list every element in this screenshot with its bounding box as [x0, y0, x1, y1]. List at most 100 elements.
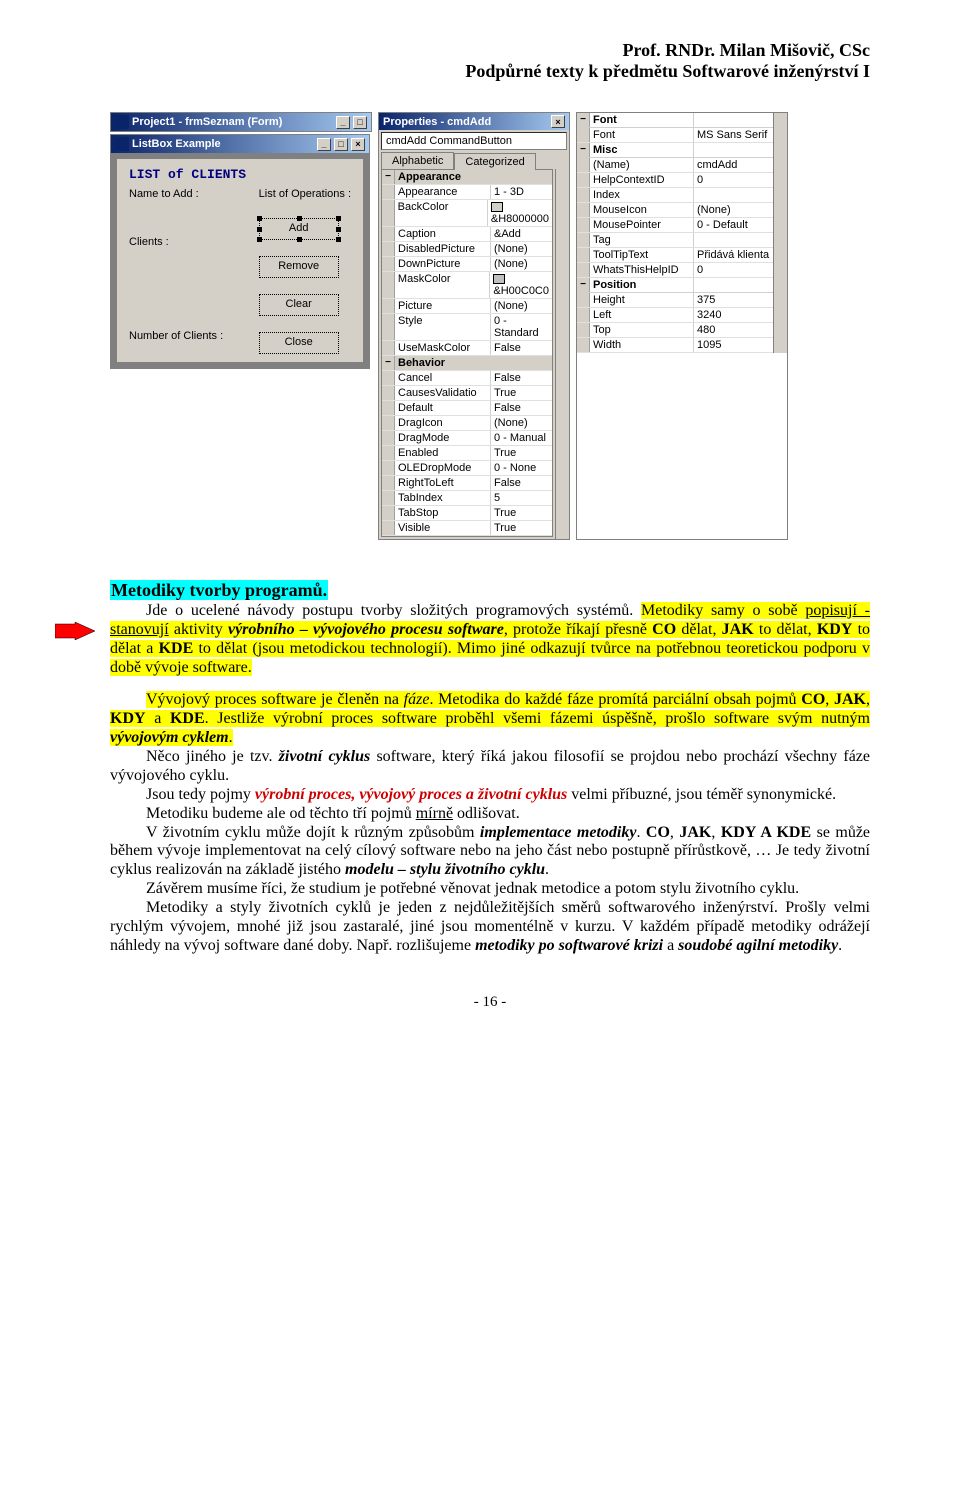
minimize-button[interactable]: _ [317, 138, 331, 151]
listbox-window: ListBox Example _ □ × LIST of CLIENTS Na… [110, 134, 370, 369]
tab-categorized[interactable]: Categorized [454, 153, 535, 170]
prop-key: MaskColor [395, 272, 490, 298]
collapse-icon[interactable]: − [577, 113, 590, 127]
tab-alphabetic[interactable]: Alphabetic [381, 152, 454, 169]
prop-val[interactable]: False [491, 401, 552, 415]
prop-val[interactable] [694, 188, 773, 202]
prop-val[interactable]: False [491, 476, 552, 490]
properties-title: Properties - cmdAdd [383, 116, 491, 128]
close-button[interactable]: × [351, 138, 365, 151]
prop-key: DisabledPicture [395, 242, 491, 256]
listbox-titlebar: ListBox Example _ □ × [111, 135, 369, 153]
prop-val[interactable]: 480 [694, 323, 773, 337]
category-behavior: Behavior [395, 356, 491, 370]
operations-label: List of Operations : [259, 188, 351, 200]
prop-key: BackColor [395, 200, 488, 226]
scrollbar[interactable] [773, 113, 787, 353]
prop-key: Style [395, 314, 491, 340]
prop-key: Index [590, 188, 694, 202]
maximize-button[interactable]: □ [334, 138, 348, 151]
prop-key: UseMaskColor [395, 341, 491, 355]
object-combo[interactable]: cmdAdd CommandButton [381, 132, 567, 150]
prop-key: WhatsThisHelpID [590, 263, 694, 277]
prop-val[interactable]: (None) [491, 257, 552, 271]
prop-val[interactable]: 5 [491, 491, 552, 505]
prop-key: DragMode [395, 431, 491, 445]
arrow-icon [55, 622, 95, 640]
paragraph: V životním cyklu může dojít k různým způ… [110, 824, 870, 881]
form-titlebar: Project1 - frmSeznam (Form) _ □ [111, 113, 371, 131]
prop-val[interactable]: (None) [491, 299, 552, 313]
prop-key: MouseIcon [590, 203, 694, 217]
properties-window: Properties - cmdAdd × cmdAdd CommandButt… [378, 112, 570, 540]
collapse-icon[interactable]: − [382, 170, 395, 184]
prop-val[interactable]: Přidává klienta [694, 248, 773, 262]
prop-val[interactable]: (None) [491, 416, 552, 430]
prop-val[interactable]: &Add [491, 227, 552, 241]
maximize-button[interactable]: □ [353, 116, 367, 129]
add-button[interactable]: Add [259, 218, 339, 240]
prop-val[interactable]: cmdAdd [694, 158, 773, 172]
prop-key: Enabled [395, 446, 491, 460]
prop-val[interactable]: True [491, 386, 552, 400]
prop-val[interactable]: 1 - 3D [491, 185, 552, 199]
category-font: Font [590, 113, 694, 127]
prop-val[interactable]: 0 - Default [694, 218, 773, 232]
prop-key: HelpContextID [590, 173, 694, 187]
prop-val[interactable]: 0 [694, 173, 773, 187]
prop-val[interactable]: 0 - Manual [491, 431, 552, 445]
prop-key: Caption [395, 227, 491, 241]
collapse-icon[interactable]: − [382, 356, 395, 370]
paragraph: Jde o ucelené návody postupu tvorby slož… [110, 602, 870, 678]
header-line-2: Podpůrné texty k předmětu Softwarové inž… [110, 61, 870, 82]
prop-key: DownPicture [395, 257, 491, 271]
prop-key: Width [590, 338, 694, 352]
properties-grid[interactable]: −Appearance Appearance1 - 3D BackColor&H… [381, 169, 553, 537]
prop-key: RightToLeft [395, 476, 491, 490]
prop-key: OLEDropMode [395, 461, 491, 475]
paragraph: Jsou tedy pojmy výrobní proces, vývojový… [110, 786, 870, 805]
prop-key: Height [590, 293, 694, 307]
prop-val[interactable]: 0 [694, 263, 773, 277]
form-window: Project1 - frmSeznam (Form) _ □ [110, 112, 372, 132]
prop-val[interactable]: 0 - Standard [491, 314, 552, 340]
prop-val[interactable]: True [491, 506, 552, 520]
clients-label: Clients : [129, 236, 247, 248]
prop-val[interactable]: False [491, 371, 552, 385]
prop-val[interactable]: MS Sans Serif [694, 128, 773, 142]
clear-button[interactable]: Clear [259, 294, 339, 316]
prop-val[interactable]: 0 - None [491, 461, 552, 475]
prop-val[interactable]: True [491, 521, 552, 535]
prop-val[interactable]: &H8000000 [488, 200, 552, 226]
prop-val[interactable]: 3240 [694, 308, 773, 322]
prop-key: (Name) [590, 158, 694, 172]
prop-val[interactable] [694, 233, 773, 247]
name-to-add-label: Name to Add : [129, 188, 247, 200]
close-button[interactable]: × [551, 115, 565, 128]
minimize-button[interactable]: _ [336, 116, 350, 129]
prop-val[interactable]: 375 [694, 293, 773, 307]
collapse-icon[interactable]: − [577, 143, 590, 157]
prop-val[interactable]: 1095 [694, 338, 773, 352]
prop-key: DragIcon [395, 416, 491, 430]
prop-key: MousePointer [590, 218, 694, 232]
remove-button[interactable]: Remove [259, 256, 339, 278]
scrollbar[interactable] [555, 169, 569, 539]
properties-panel-2: −Font FontMS Sans Serif −Misc (Name)cmdA… [576, 112, 788, 540]
prop-val[interactable]: True [491, 446, 552, 460]
prop-val[interactable]: &H00C0C0 [490, 272, 552, 298]
prop-val[interactable]: (None) [694, 203, 773, 217]
prop-key: TabStop [395, 506, 491, 520]
page-header: Prof. RNDr. Milan Mišovič, CSc Podpůrné … [110, 40, 870, 82]
prop-val[interactable]: (None) [491, 242, 552, 256]
prop-key: ToolTipText [590, 248, 694, 262]
page-number: - 16 - [110, 994, 870, 1011]
add-button-label: Add [289, 222, 309, 234]
listbox-title: ListBox Example [132, 138, 221, 150]
paragraph: Něco jiného je tzv. životní cyklus softw… [110, 748, 870, 786]
prop-val[interactable]: False [491, 341, 552, 355]
close-form-button[interactable]: Close [259, 332, 339, 354]
num-clients-label: Number of Clients : [129, 330, 247, 342]
section-title: Metodiky tvorby programů. [110, 580, 328, 600]
collapse-icon[interactable]: − [577, 278, 590, 292]
